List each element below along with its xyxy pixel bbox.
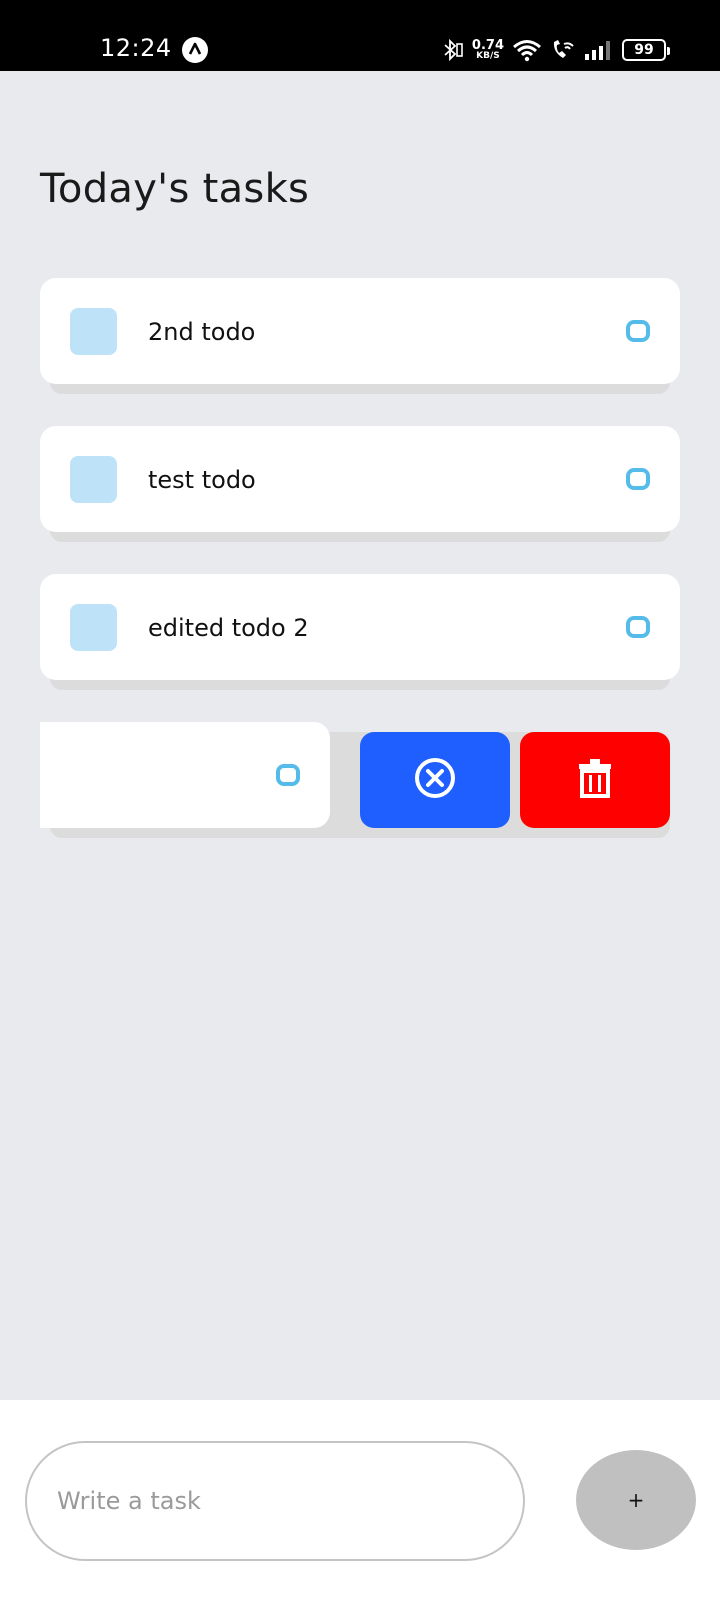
cancel-swipe-button[interactable] (360, 732, 510, 828)
task-circle-icon[interactable] (276, 764, 300, 786)
status-bar: 12:24 0.74 KB/S 99 (0, 0, 720, 71)
network-speed-unit: KB/S (476, 51, 500, 61)
page-title: Today's tasks (40, 166, 310, 212)
task-card[interactable]: 2nd todo (40, 278, 680, 384)
delete-task-button[interactable] (520, 732, 670, 828)
task-input[interactable] (25, 1441, 525, 1561)
task-square-icon (70, 456, 117, 503)
task-label: edited todo 2 (148, 614, 309, 642)
wifi-call-icon (550, 38, 576, 62)
task-item[interactable]: 2nd todo (40, 278, 680, 394)
status-time: 12:24 (100, 34, 172, 62)
task-square-icon (70, 308, 117, 355)
task-circle-icon[interactable] (626, 468, 650, 490)
swiped-task-item[interactable] (40, 722, 680, 838)
task-circle-icon[interactable] (626, 320, 650, 342)
add-task-button[interactable]: + (576, 1450, 696, 1550)
status-icons: 0.74 KB/S 99 (442, 36, 670, 64)
task-card[interactable]: edited todo 2 (40, 574, 680, 680)
close-circle-icon (413, 756, 457, 804)
trash-icon (578, 758, 612, 802)
task-label: test todo (148, 466, 256, 494)
app-notification-icon (182, 37, 208, 63)
task-item[interactable]: edited todo 2 (40, 574, 680, 690)
task-item[interactable]: test todo (40, 426, 680, 542)
bluetooth-icon (442, 38, 464, 62)
swiped-task-card[interactable] (40, 722, 330, 828)
task-label: 2nd todo (148, 318, 256, 346)
network-speed: 0.74 KB/S (472, 39, 504, 61)
task-card[interactable]: test todo (40, 426, 680, 532)
battery-icon: 99 (622, 39, 670, 61)
task-square-icon (70, 604, 117, 651)
battery-level: 99 (634, 42, 654, 58)
wifi-icon (512, 38, 542, 62)
bottom-bar: + (0, 1400, 720, 1600)
signal-icon (584, 39, 614, 61)
task-circle-icon[interactable] (626, 616, 650, 638)
